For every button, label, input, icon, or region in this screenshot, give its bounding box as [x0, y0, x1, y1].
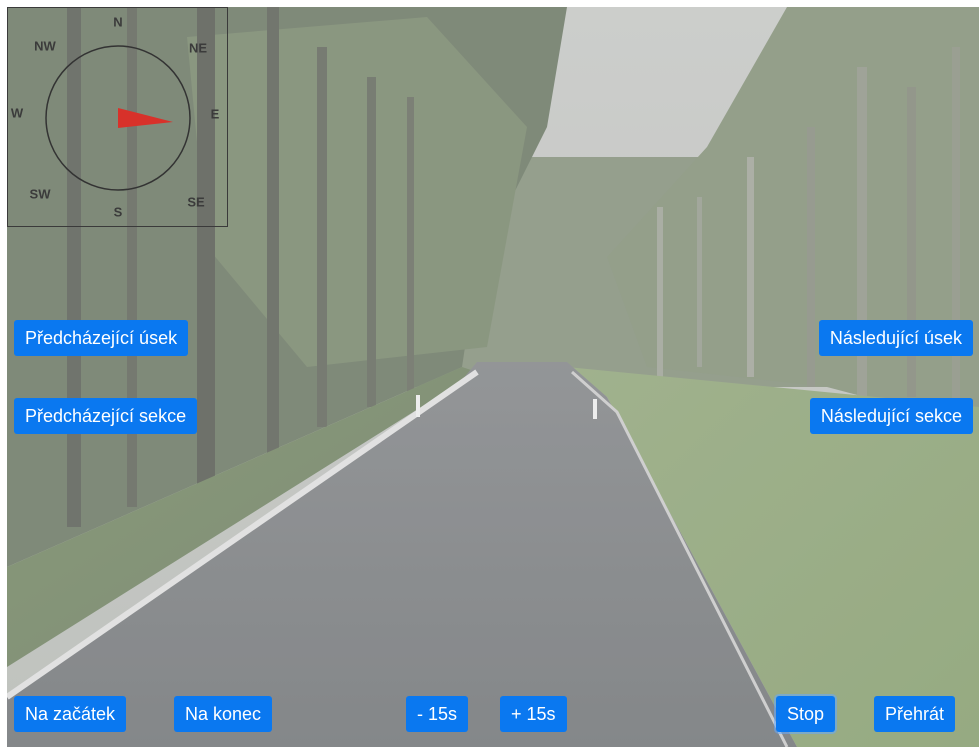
forward-15s-button[interactable]: + 15s: [500, 696, 567, 732]
compass-label-nw: NW: [34, 38, 56, 54]
prev-segment-button[interactable]: Předcházející úsek: [14, 320, 189, 356]
compass-needle-icon: [118, 108, 173, 128]
to-end-button[interactable]: Na konec: [174, 696, 273, 732]
compass-label-s: S: [113, 204, 123, 220]
video-viewer: N NE E SE S SW W NW: [7, 7, 979, 747]
to-start-button[interactable]: Na začátek: [14, 696, 127, 732]
compass-label-ne: NE: [188, 40, 208, 56]
play-button[interactable]: Přehrát: [874, 696, 956, 732]
compass-label-sw: SW: [29, 186, 51, 202]
compass-label-w: W: [10, 105, 24, 121]
stop-button[interactable]: Stop: [776, 696, 836, 732]
compass-label-n: N: [113, 14, 123, 30]
next-segment-button[interactable]: Následující úsek: [818, 320, 973, 356]
compass-widget: N NE E SE S SW W NW: [7, 7, 228, 227]
compass-label-se: SE: [187, 194, 205, 210]
compass-label-e: E: [210, 106, 220, 122]
prev-section-button[interactable]: Předcházející sekce: [14, 398, 198, 434]
next-section-button[interactable]: Následující sekce: [809, 398, 973, 434]
rewind-15s-button[interactable]: - 15s: [406, 696, 469, 732]
